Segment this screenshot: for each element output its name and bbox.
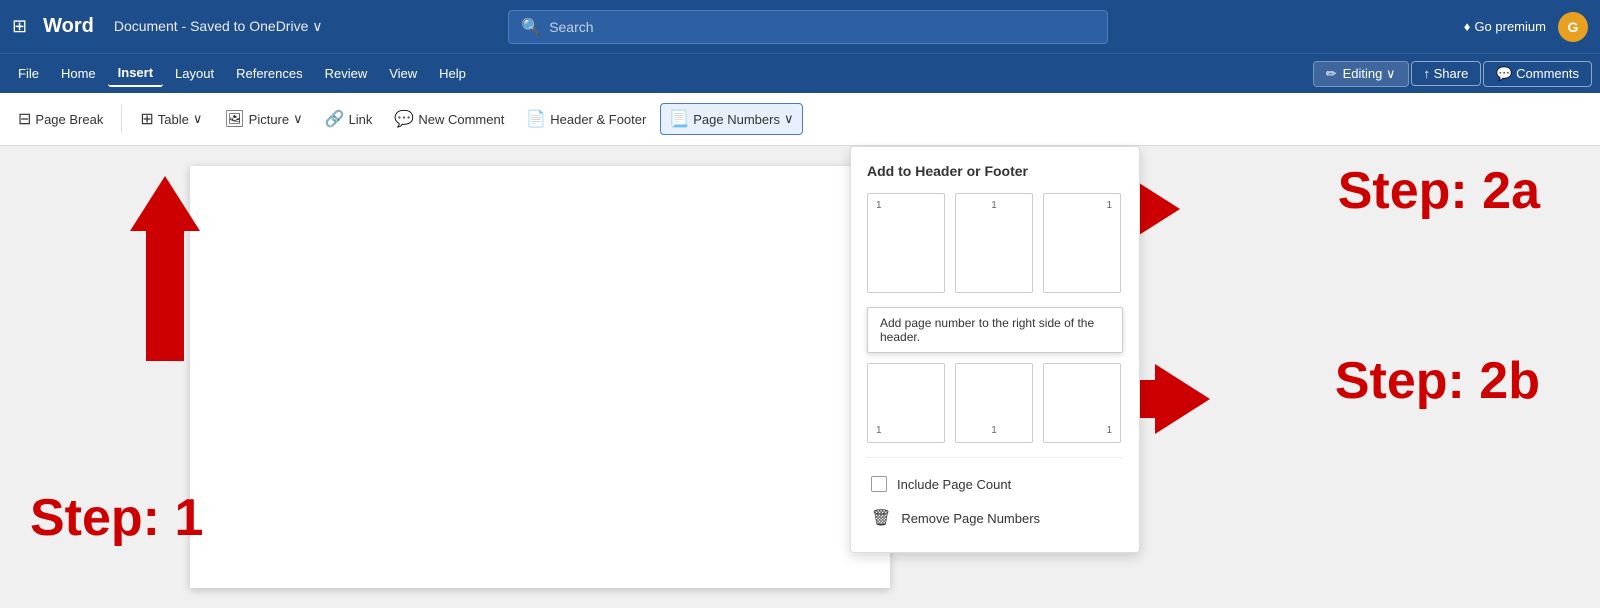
- menu-review[interactable]: Review: [315, 61, 378, 86]
- doc-title: Document - Saved to OneDrive ∨: [114, 18, 323, 35]
- tooltip-box: Add page number to the right side of the…: [867, 307, 1123, 353]
- include-page-count-label: Include Page Count: [897, 477, 1011, 492]
- remove-icon: 🗑: [871, 508, 891, 528]
- diamond-icon: ♦: [1464, 19, 1471, 34]
- share-icon: ↑: [1424, 66, 1431, 81]
- page-break-icon: ⊟: [18, 109, 31, 129]
- menu-home[interactable]: Home: [51, 61, 106, 86]
- link-icon: 🔗: [325, 109, 345, 129]
- page-option-bottom-right[interactable]: 1: [1043, 363, 1121, 443]
- table-icon: ⊞: [140, 109, 153, 129]
- step1-label: Step: 1: [30, 488, 203, 548]
- dropdown-title: Add to Header or Footer: [867, 163, 1123, 179]
- comments-button[interactable]: 💬 Comments: [1483, 61, 1592, 87]
- menu-references[interactable]: References: [226, 61, 312, 86]
- page-numbers-button[interactable]: 📃 Page Numbers ∨: [660, 103, 802, 135]
- menu-bar: File Home Insert Layout References Revie…: [0, 53, 1600, 93]
- page-numbers-dropdown: Add to Header or Footer 1 1 1 Add page n…: [850, 146, 1140, 553]
- toolbar: ⊟ Page Break ⊞ Table ∨ 🖼 Picture ∨ 🔗 Lin…: [0, 93, 1600, 146]
- new-comment-icon: 💬: [394, 109, 414, 129]
- header-footer-icon: 📄: [526, 109, 546, 129]
- page-num-top-right: 1: [1106, 200, 1112, 211]
- pencil-icon: ✏: [1326, 66, 1337, 82]
- new-comment-button[interactable]: 💬 New Comment: [386, 104, 512, 134]
- page-numbers-chevron: ∨: [784, 111, 794, 127]
- page-break-button[interactable]: ⊟ Page Break: [10, 104, 111, 134]
- link-button[interactable]: 🔗 Link: [317, 104, 381, 134]
- title-bar: ⊞ Word Document - Saved to OneDrive ∨ 🔍 …: [0, 0, 1600, 53]
- grid-icon[interactable]: ⊞: [12, 16, 27, 37]
- page-option-bottom-center[interactable]: 1: [955, 363, 1033, 443]
- menu-file[interactable]: File: [8, 61, 49, 86]
- page-option-top-center[interactable]: 1: [955, 193, 1033, 293]
- picture-chevron: ∨: [293, 111, 303, 127]
- menu-help[interactable]: Help: [429, 61, 476, 86]
- menu-insert[interactable]: Insert: [108, 60, 163, 87]
- menu-layout[interactable]: Layout: [165, 61, 224, 86]
- main-area: Step: 1 Add to Header or Footer 1 1 1 Ad…: [0, 146, 1600, 608]
- search-input[interactable]: [549, 19, 1095, 35]
- step1-arrow: [130, 176, 200, 361]
- editing-button[interactable]: ✏ Editing ∨: [1313, 61, 1409, 87]
- menu-view[interactable]: View: [379, 61, 427, 86]
- page-numbers-icon: 📃: [669, 109, 689, 129]
- include-page-count-checkbox[interactable]: [871, 476, 887, 492]
- include-page-count-option[interactable]: Include Page Count: [867, 468, 1123, 500]
- remove-page-numbers-option[interactable]: 🗑 Remove Page Numbers: [867, 500, 1123, 536]
- page-num-top-left: 1: [876, 200, 882, 211]
- search-icon: 🔍: [521, 17, 541, 37]
- share-button[interactable]: ↑ Share: [1411, 61, 1482, 86]
- document-page: [190, 166, 890, 588]
- dropdown-divider: [867, 457, 1123, 458]
- search-box[interactable]: 🔍: [508, 10, 1108, 44]
- step2a-label: Step: 2a: [1338, 161, 1540, 221]
- editing-label: Editing ∨: [1343, 66, 1396, 82]
- step2b-label: Step: 2b: [1335, 351, 1540, 411]
- page-num-bottom-left: 1: [876, 425, 882, 436]
- picture-button[interactable]: 🖼 Picture ∨: [216, 104, 310, 134]
- user-avatar[interactable]: G: [1558, 12, 1588, 42]
- page-num-top-center: 1: [991, 200, 997, 211]
- page-num-bottom-center: 1: [991, 425, 997, 436]
- comments-icon: 💬: [1496, 66, 1512, 81]
- page-number-options-row2: 1 1 1: [867, 363, 1123, 443]
- header-footer-button[interactable]: 📄 Header & Footer: [518, 104, 654, 134]
- table-chevron: ∨: [193, 111, 203, 127]
- page-num-bottom-right: 1: [1106, 425, 1112, 436]
- picture-icon: 🖼: [224, 109, 244, 129]
- page-option-top-right[interactable]: 1: [1043, 193, 1121, 293]
- go-premium-button[interactable]: ♦ Go premium: [1464, 19, 1546, 34]
- remove-page-numbers-label: Remove Page Numbers: [901, 511, 1040, 526]
- table-button[interactable]: ⊞ Table ∨: [132, 104, 210, 134]
- app-name: Word: [43, 15, 94, 38]
- page-number-options-row1: 1 1 1: [867, 193, 1123, 293]
- page-option-bottom-left[interactable]: 1: [867, 363, 945, 443]
- divider-1: [121, 105, 122, 133]
- page-option-top-left[interactable]: 1: [867, 193, 945, 293]
- title-bar-right: ♦ Go premium G: [1464, 12, 1588, 42]
